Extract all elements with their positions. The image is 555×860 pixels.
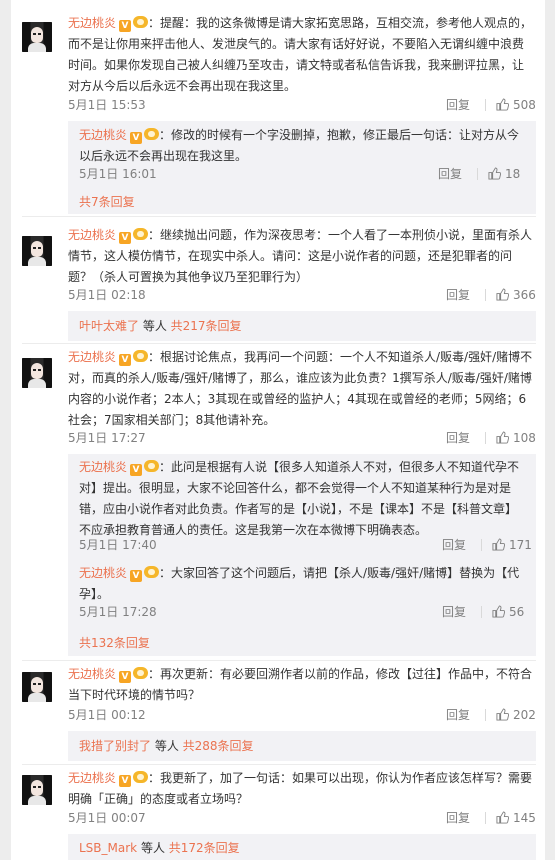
thumbs-up-icon — [492, 538, 505, 551]
like-button[interactable]: 145 — [485, 809, 536, 827]
reply-time: 5月1日 16:01 — [79, 167, 157, 181]
reply-time: 5月1日 17:28 — [79, 605, 157, 619]
reply-button[interactable]: 回复 — [438, 165, 462, 183]
fan-badge-icon — [144, 566, 160, 578]
verified-badge-icon: V — [130, 132, 143, 144]
like-count: 366 — [513, 288, 536, 302]
avatar[interactable] — [22, 775, 52, 805]
fan-badge-icon — [144, 128, 160, 140]
reply-button[interactable]: 回复 — [446, 706, 470, 724]
verified-badge-icon: V — [130, 570, 143, 582]
fan-badge-icon — [133, 350, 149, 362]
author-name[interactable]: 无边桃炎 — [79, 460, 127, 474]
comment-time: 5月1日 00:12 — [68, 708, 146, 722]
verified-badge-icon: V — [119, 20, 132, 32]
comment-text: 无边桃炎 V ：再次更新：有必要回溯作者以前的作品，修改【过往】作品中，不符合当下时… — [68, 664, 535, 706]
avatar[interactable] — [22, 358, 52, 388]
like-button[interactable]: 56 — [481, 603, 524, 621]
fan-badge-icon — [133, 228, 149, 240]
comment-time: 5月1日 15:53 — [68, 98, 146, 112]
replier-name[interactable]: LSB_Mark — [79, 841, 137, 855]
like-button[interactable]: 202 — [485, 706, 536, 724]
more-replies-link[interactable]: LSB_Mark 等人 共172条回复 — [79, 839, 240, 857]
fan-badge-icon — [133, 667, 149, 679]
like-button[interactable]: 366 — [485, 286, 536, 304]
like-count: 18 — [505, 167, 521, 181]
author-name[interactable]: 无边桃炎 — [68, 350, 116, 364]
verified-badge-icon: V — [119, 354, 132, 366]
author-name[interactable]: 无边桃炎 — [79, 566, 127, 580]
thumbs-up-icon — [496, 98, 509, 111]
like-button[interactable]: 171 — [481, 536, 532, 554]
thumbs-up-icon — [496, 431, 509, 444]
fan-badge-icon — [133, 16, 149, 28]
divider — [22, 343, 536, 344]
thumbs-up-icon — [488, 167, 501, 180]
avatar[interactable] — [22, 672, 52, 702]
verified-badge-icon: V — [130, 464, 143, 476]
more-replies-link[interactable]: 我措了别封了 等人 共288条回复 — [79, 737, 254, 755]
fan-badge-icon — [133, 771, 149, 783]
thumbs-up-icon — [496, 708, 509, 721]
reply-body: ：此问是根据有人说【很多人知道杀人不对，但很多人不知道代孕不对】提出。很明显，大… — [79, 460, 520, 537]
reply-button[interactable]: 回复 — [446, 429, 470, 447]
comment-time: 5月1日 02:18 — [68, 288, 146, 302]
like-count: 202 — [513, 708, 536, 722]
reply-text: 无边桃炎 V ：此问是根据有人说【很多人知道杀人不对，但很多人不知道代孕不对】提出。… — [79, 457, 525, 541]
comment-stream: 无边桃炎 V ：提醒：我的这条微博是请大家拓宽思路，互相交流，参考他人观点的，而不是… — [11, 0, 545, 860]
like-count: 508 — [513, 98, 536, 112]
like-button[interactable]: 18 — [477, 165, 520, 183]
reply-button[interactable]: 回复 — [446, 809, 470, 827]
like-button[interactable]: 108 — [485, 429, 536, 447]
author-name[interactable]: 无边桃炎 — [79, 128, 127, 142]
more-replies-link[interactable]: 共7条回复 — [79, 193, 135, 211]
comment-text: 无边桃炎 V ：继续抛出问题，作为深夜思考：一个人看了一本刑侦小说，里面有杀人情节，… — [68, 225, 535, 288]
verified-badge-icon: V — [119, 671, 132, 683]
verified-badge-icon: V — [119, 232, 132, 244]
comment-time: 5月1日 17:27 — [68, 431, 146, 445]
author-name[interactable]: 无边桃炎 — [68, 16, 116, 30]
comment-text: 无边桃炎 V ：根据讨论焦点，我再问一个问题：一个人不知道杀人/贩毒/强奸/赌博不对… — [68, 347, 535, 431]
author-name[interactable]: 无边桃炎 — [68, 228, 116, 242]
avatar[interactable] — [22, 22, 52, 52]
like-count: 145 — [513, 811, 536, 825]
avatar[interactable] — [22, 236, 52, 266]
reply-text: 无边桃炎 V ：大家回答了这个问题后，请把【杀人/贩毒/强奸/赌博】替换为【代孕】。 — [79, 563, 525, 605]
author-name[interactable]: 无边桃炎 — [68, 667, 116, 681]
like-count: 56 — [509, 605, 525, 619]
divider — [22, 764, 536, 765]
comment-text: 无边桃炎 V ：提醒：我的这条微博是请大家拓宽思路，互相交流，参考他人观点的，而不是… — [68, 13, 535, 97]
verified-badge-icon: V — [119, 775, 132, 787]
like-count: 108 — [513, 431, 536, 445]
reply-box: LSB_Mark 等人 共172条回复 — [68, 834, 536, 860]
replier-name[interactable]: 我措了别封了 — [79, 739, 151, 753]
reply-button[interactable]: 回复 — [446, 96, 470, 114]
thumbs-up-icon — [492, 605, 505, 618]
reply-button[interactable]: 回复 — [446, 286, 470, 304]
divider — [22, 216, 536, 217]
reply-box: 我措了别封了 等人 共288条回复 — [68, 731, 536, 761]
reply-button[interactable]: 回复 — [442, 536, 466, 554]
reply-text: 无边桃炎 V ：修改的时候有一个字没删掉，抱歉，修正最后一句话：让对方从今以后永远不… — [79, 125, 525, 167]
reply-button[interactable]: 回复 — [442, 603, 466, 621]
comment-text: 无边桃炎 V ：我更新了，加了一句话：如果可以出现，你认为作者应该怎样写？需要明确「… — [68, 768, 535, 810]
divider — [22, 660, 536, 661]
reply-box: 无边桃炎 V ：此问是根据有人说【很多人知道杀人不对，但很多人不知道代孕不对】提出。… — [68, 454, 536, 656]
reply-time: 5月1日 17:40 — [79, 538, 157, 552]
reply-box: 无边桃炎 V ：修改的时候有一个字没删掉，抱歉，修正最后一句话：让对方从今以后永远不… — [68, 121, 536, 214]
like-count: 171 — [509, 538, 532, 552]
replier-name[interactable]: 叶叶太难了 — [79, 319, 139, 333]
reply-box: 叶叶太难了 等人 共217条回复 — [68, 311, 536, 341]
thumbs-up-icon — [496, 288, 509, 301]
more-replies-link[interactable]: 共132条回复 — [79, 634, 150, 652]
comment-time: 5月1日 00:07 — [68, 811, 146, 825]
author-name[interactable]: 无边桃炎 — [68, 771, 116, 785]
more-replies-link[interactable]: 叶叶太难了 等人 共217条回复 — [79, 317, 242, 335]
fan-badge-icon — [144, 460, 160, 472]
thumbs-up-icon — [496, 811, 509, 824]
like-button[interactable]: 508 — [485, 96, 536, 114]
